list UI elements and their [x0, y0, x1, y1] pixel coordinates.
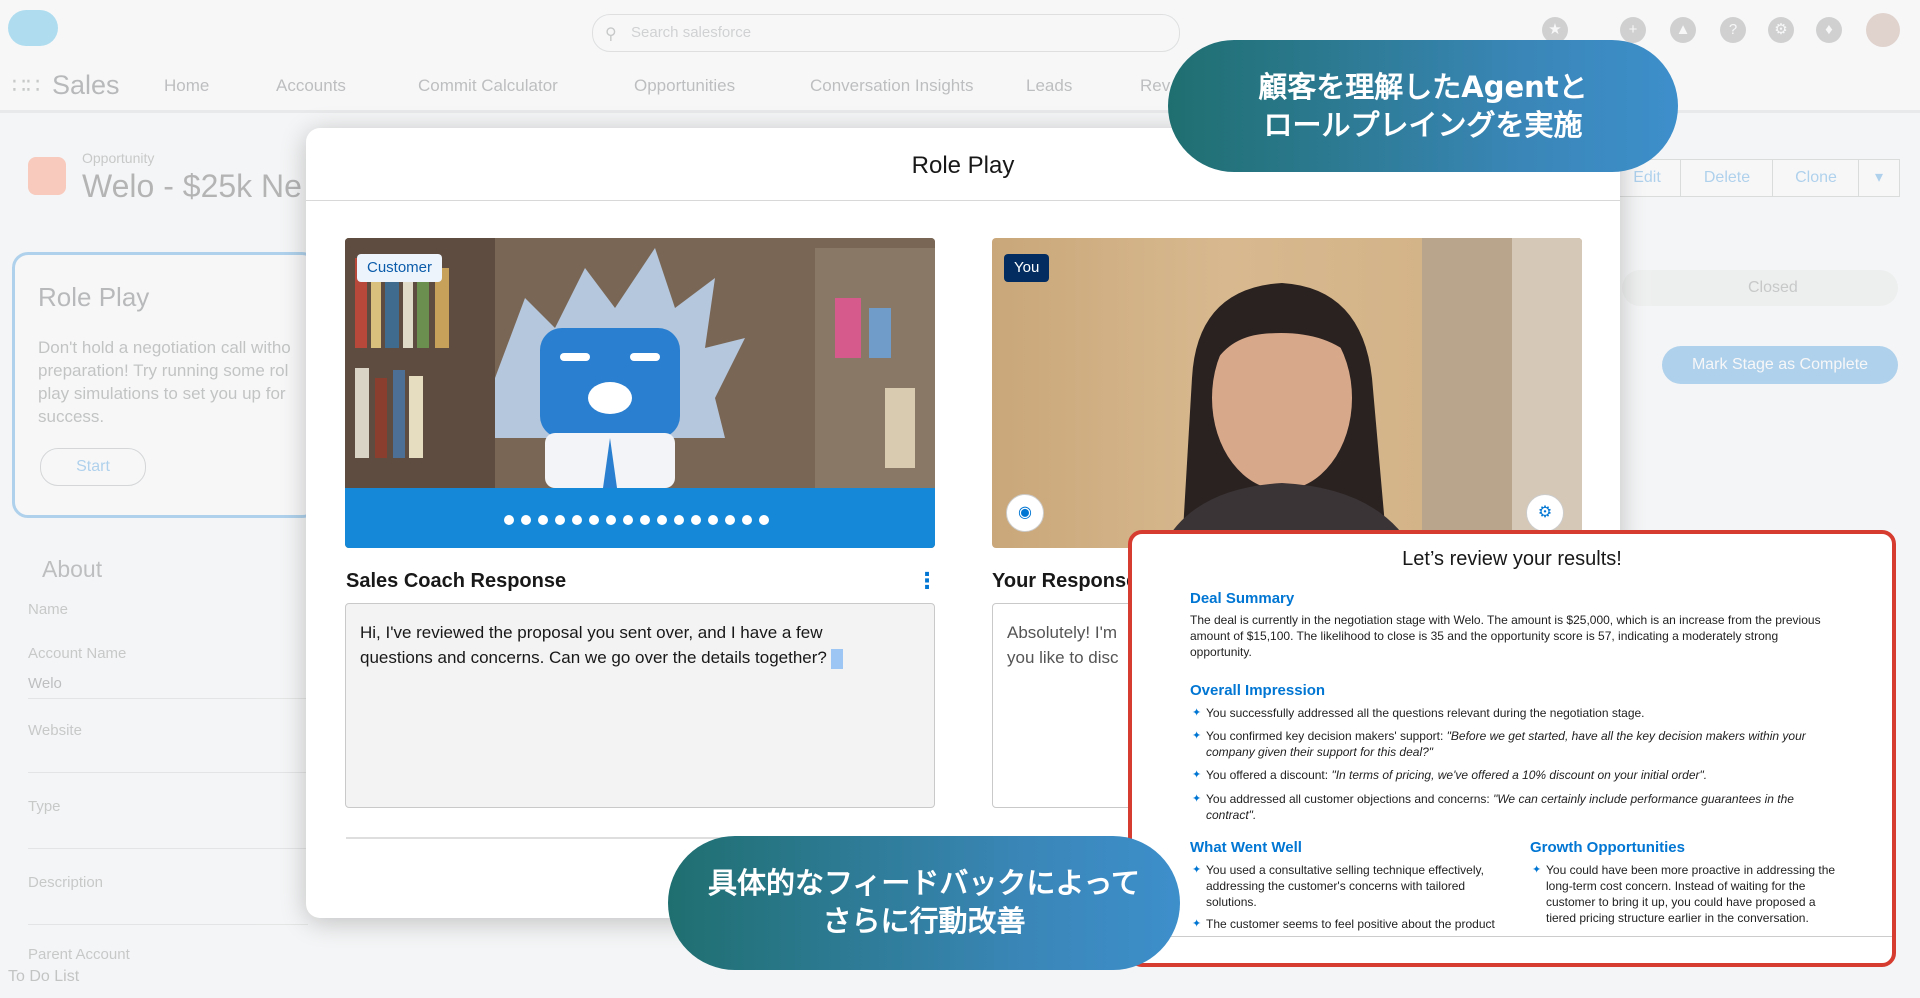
overall-item: You successfully addressed all the quest… [1206, 706, 1645, 720]
notifications-bell-icon[interactable]: ♦ [1816, 17, 1842, 43]
overall-item: You offered a discount: "In terms of pri… [1206, 768, 1708, 782]
bullet-icon: ✦ [1532, 864, 1542, 876]
role-play-card-title: Role Play [38, 282, 150, 312]
field-label-account-name: Account Name [28, 645, 127, 662]
sales-coach-response-title: Sales Coach Response [346, 570, 567, 592]
you-badge: You [1004, 254, 1050, 282]
field-value-account-name[interactable]: Welo [28, 675, 62, 692]
field-divider [28, 924, 308, 925]
sales-coach-response-text: Hi, I've reviewed the proposal you sent … [360, 620, 843, 670]
bullet-icon: ✦ [1192, 864, 1202, 876]
more-options-icon[interactable]: ⋮ [916, 568, 938, 594]
callout-bottom-line2: さらに行動改善 [822, 904, 1026, 938]
clone-button[interactable]: Clone [1772, 159, 1860, 197]
overall-impression-heading: Overall Impression [1190, 682, 1326, 699]
record-type-label: Opportunity [82, 150, 155, 166]
todo-list-utility[interactable]: To Do List [8, 968, 79, 986]
bullet-icon: ✦ [1192, 730, 1202, 742]
nav-item-commit-calculator[interactable]: Commit Calculator [418, 76, 558, 96]
search-placeholder: Search salesforce [631, 24, 752, 41]
deal-summary-heading: Deal Summary [1190, 590, 1295, 607]
field-label-type: Type [28, 798, 61, 815]
nav-item-leads[interactable]: Leads [1026, 76, 1072, 96]
deal-summary-text: The deal is currently in the negotiation… [1190, 613, 1821, 659]
callout-top-line1: 顧客を理解したAgentと [1258, 70, 1588, 104]
customer-scene [345, 238, 935, 548]
nav-item-rev[interactable]: Rev [1140, 76, 1170, 96]
customer-badge: Customer [357, 254, 443, 282]
what-went-well-heading: What Went Well [1190, 839, 1302, 856]
results-panel: Let’s review your results! Deal Summary … [1128, 530, 1896, 967]
results-divider [1132, 936, 1892, 937]
help-icon[interactable]: ? [1720, 17, 1746, 43]
user-avatar[interactable] [1866, 13, 1900, 47]
callout-bottom: 具体的なフィードバックによって さらに行動改善 [668, 836, 1180, 970]
nav-item-home[interactable]: Home [164, 76, 209, 96]
field-label-website: Website [28, 722, 82, 739]
role-play-card-description: Don't hold a negotiation call witho prep… [38, 338, 291, 426]
bullet-icon: ✦ [1192, 707, 1202, 719]
callout-top-line2: ロールプレイングを実施 [1263, 108, 1583, 142]
opportunity-icon [28, 157, 66, 195]
app-launcher-icon[interactable]: ∷∷ [12, 73, 40, 99]
field-label-parent-account: Parent Account [28, 946, 130, 963]
nav-item-opportunities[interactable]: Opportunities [634, 76, 735, 96]
start-role-play-button[interactable]: Start [40, 448, 146, 486]
your-response-title: Your Response [992, 570, 1138, 592]
search-icon: ⚲ [605, 26, 617, 43]
growth-item: You could have been more proactive in ad… [1546, 863, 1836, 925]
camera-toggle-icon[interactable]: ◉ [1006, 494, 1044, 532]
setup-gear-icon[interactable]: ⚙ [1768, 17, 1794, 43]
went-well-item: The customer seems to feel positive abou… [1206, 917, 1495, 931]
global-search-input[interactable]: ⚲ Search salesforce [592, 14, 1180, 52]
record-title: Welo - $25k Ne [82, 168, 302, 204]
more-actions-dropdown[interactable]: ▾ [1858, 159, 1900, 197]
nav-item-accounts[interactable]: Accounts [276, 76, 346, 96]
stage-closed[interactable]: Closed [1748, 279, 1798, 297]
field-divider [28, 772, 308, 773]
user-video-panel: You ◉ ⚙ [992, 238, 1582, 548]
nav-item-conversation-insights[interactable]: Conversation Insights [810, 76, 973, 96]
results-title: Let’s review your results! [1402, 548, 1622, 570]
delete-button[interactable]: Delete [1680, 159, 1774, 197]
customer-video-panel: Customer [345, 238, 935, 548]
salesforce-logo[interactable] [8, 10, 58, 46]
about-section-title[interactable]: About [42, 556, 102, 583]
your-response-text: Absolutely! I'm you like to disc [1007, 623, 1119, 667]
field-label-name: Name [28, 601, 69, 618]
field-divider [28, 848, 308, 849]
overall-item: You addressed all customer objections an… [1206, 792, 1794, 822]
app-name: Sales [52, 70, 120, 100]
went-well-item: You used a consultative selling techniqu… [1206, 863, 1484, 909]
field-divider [28, 698, 308, 699]
field-label-description: Description [28, 874, 104, 891]
video-settings-gear-icon[interactable]: ⚙ [1526, 494, 1564, 532]
sales-coach-response-box: Hi, I've reviewed the proposal you sent … [345, 603, 935, 808]
callout-bottom-line1: 具体的なフィードバックによって [707, 866, 1141, 900]
bullet-icon: ✦ [1192, 918, 1202, 930]
typing-cursor [830, 648, 843, 669]
callout-top: 顧客を理解したAgentと ロールプレイングを実施 [1168, 40, 1678, 172]
bullet-icon: ✦ [1192, 793, 1202, 805]
mark-stage-complete-button[interactable]: Mark Stage as Complete [1662, 346, 1898, 384]
overall-item: You confirmed key decision makers' suppo… [1206, 729, 1806, 759]
user-camera-feed [1162, 238, 1582, 548]
growth-opportunities-heading: Growth Opportunities [1530, 839, 1685, 856]
bullet-icon: ✦ [1192, 769, 1202, 781]
